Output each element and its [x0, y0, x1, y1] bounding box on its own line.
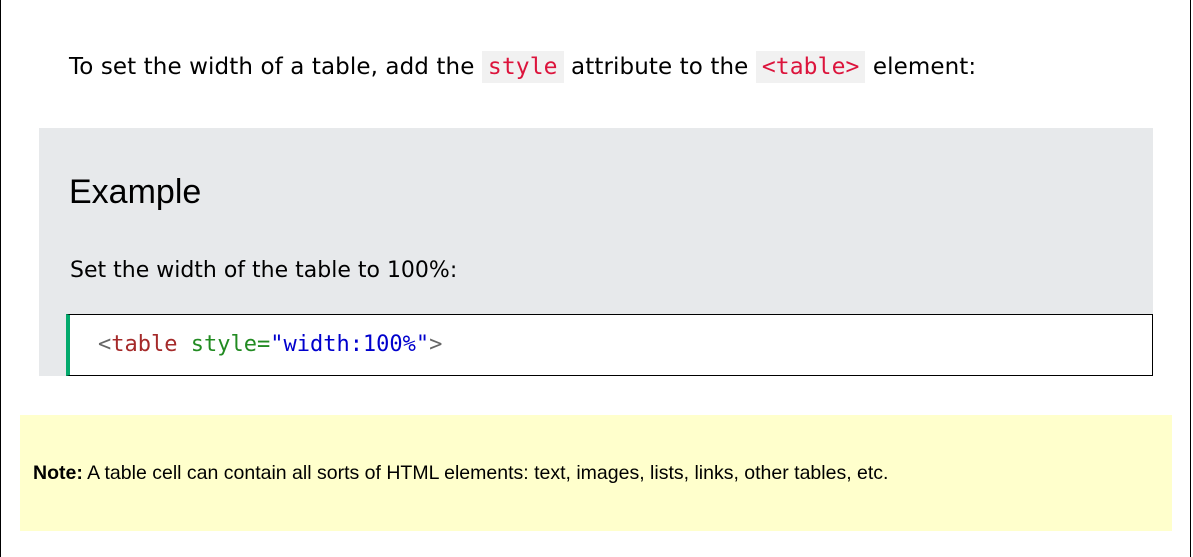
inline-code-style: style: [481, 51, 564, 83]
intro-text-after: element:: [865, 54, 977, 80]
code-snippet[interactable]: <table style="width:100%">: [66, 314, 1153, 376]
code-attribute-value: "width:100%": [270, 332, 430, 357]
code-close-bracket: >: [429, 332, 443, 357]
example-heading: Example: [69, 173, 202, 211]
note-text: A table cell can contain all sorts of HT…: [82, 462, 889, 484]
example-container: Example Set the width of the table to 10…: [39, 128, 1153, 376]
code-tag-name: table: [111, 332, 178, 357]
code-equals: =: [256, 332, 271, 357]
intro-paragraph: To set the width of a table, add the sty…: [69, 48, 976, 86]
intro-text-before: To set the width of a table, add the: [69, 54, 482, 80]
intro-text-middle: attribute to the: [563, 54, 756, 80]
note-panel: Note: A table cell can contain all sorts…: [20, 415, 1172, 531]
code-open-bracket: <: [98, 332, 112, 357]
note-paragraph: Note: A table cell can contain all sorts…: [33, 459, 888, 487]
note-label: Note:: [33, 462, 83, 484]
example-description: Set the width of the table to 100%:: [70, 258, 458, 283]
inline-code-table: <table>: [755, 51, 866, 83]
code-attribute-name: style: [190, 332, 257, 357]
